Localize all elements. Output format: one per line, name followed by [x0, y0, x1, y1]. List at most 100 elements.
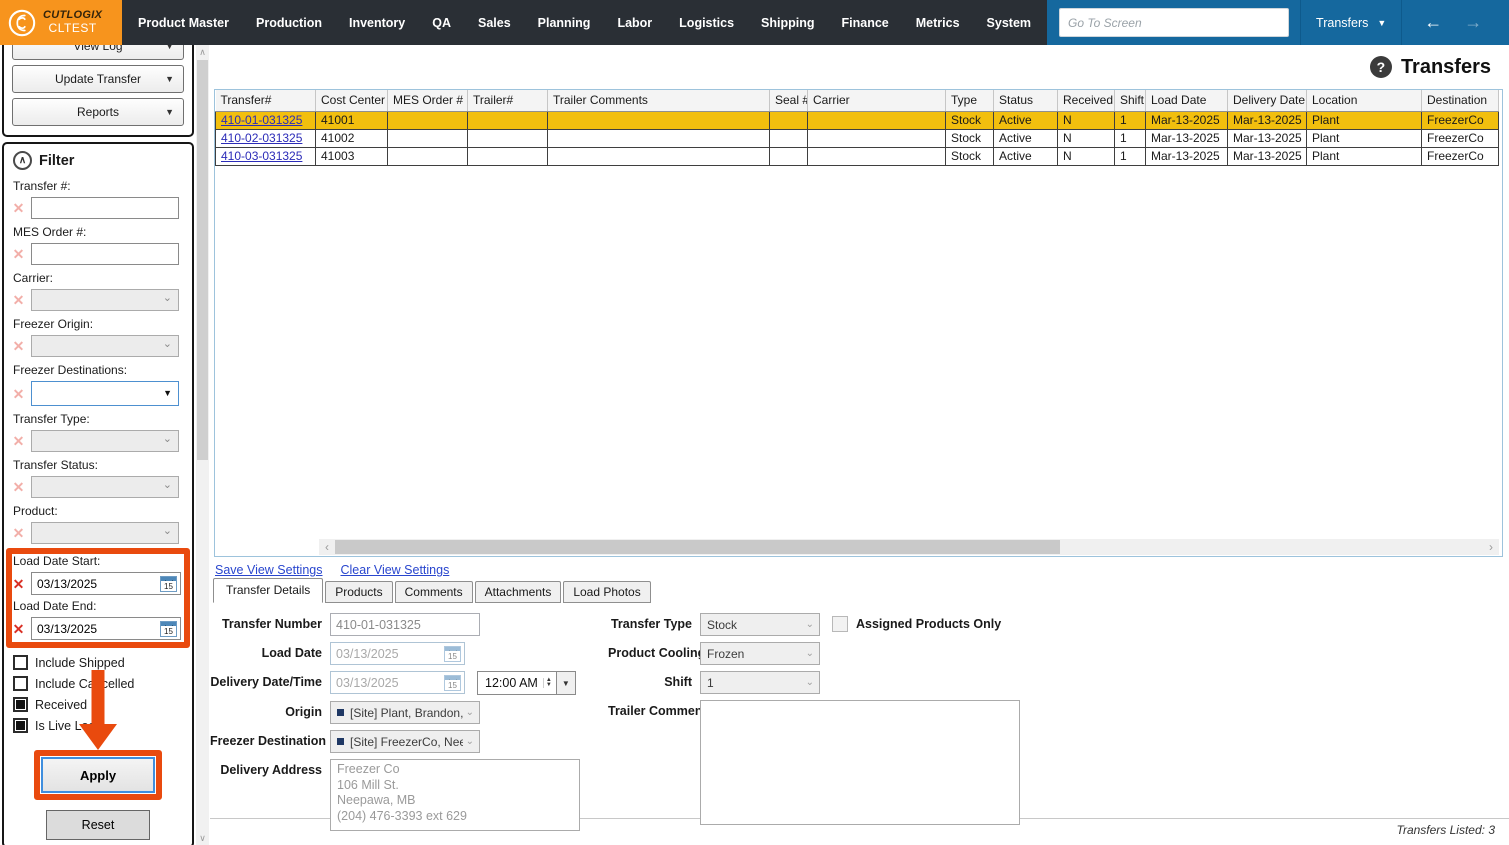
- column-header-received[interactable]: Received: [1057, 90, 1115, 112]
- tab-comments[interactable]: Comments: [394, 581, 473, 603]
- load-date-end-input[interactable]: [37, 621, 160, 636]
- chevron-down-icon: ⌄: [162, 433, 172, 445]
- tab-transfer-details[interactable]: Transfer Details: [213, 578, 324, 603]
- table-row[interactable]: 410-03-031325 41003 Stock Active N 1 Mar…: [215, 146, 1499, 166]
- clear-x-icon[interactable]: ✕: [11, 480, 26, 494]
- cell-destination: FreezerCo: [1421, 128, 1499, 148]
- scroll-left-icon[interactable]: ‹: [319, 540, 335, 554]
- is-live-load-checkbox[interactable]: [13, 718, 28, 733]
- save-view-settings-link[interactable]: Save View Settings: [215, 563, 322, 577]
- menu-labor[interactable]: Labor: [617, 16, 652, 30]
- menu-finance[interactable]: Finance: [842, 16, 889, 30]
- scroll-right-icon[interactable]: ›: [1483, 540, 1499, 554]
- screen-selector[interactable]: Transfers ▼: [1312, 16, 1390, 30]
- include-shipped-checkbox[interactable]: [13, 655, 28, 670]
- scrollbar-thumb[interactable]: [335, 540, 1060, 554]
- column-header-seal[interactable]: Seal #: [769, 90, 808, 112]
- transfer-type-filter-dropdown[interactable]: ⌄: [31, 430, 179, 452]
- column-header-location[interactable]: Location: [1306, 90, 1422, 112]
- cell-delivery-date: Mar-13-2025: [1227, 128, 1307, 148]
- transfer-number-filter-input[interactable]: [31, 197, 179, 219]
- column-header-transfer[interactable]: Transfer#: [215, 90, 316, 112]
- reports-button[interactable]: Reports ▼: [12, 98, 184, 126]
- column-header-trailer[interactable]: Trailer#: [467, 90, 548, 112]
- freezer-origin-filter-dropdown[interactable]: ⌄: [31, 335, 179, 357]
- cell-type: Stock: [945, 110, 994, 130]
- clear-x-icon[interactable]: ✕: [11, 622, 26, 636]
- menu-logistics[interactable]: Logistics: [679, 16, 734, 30]
- freezer-destinations-filter-dropdown[interactable]: ▼: [31, 381, 179, 406]
- column-header-mes-order[interactable]: MES Order #: [387, 90, 468, 112]
- mes-order-filter-input[interactable]: [31, 243, 179, 265]
- clear-x-icon[interactable]: ✕: [11, 577, 26, 591]
- transfer-link[interactable]: 410-03-031325: [221, 149, 302, 163]
- clear-x-icon[interactable]: ✕: [11, 339, 26, 353]
- tab-attachments[interactable]: Attachments: [474, 581, 562, 603]
- scrollbar-thumb[interactable]: [197, 60, 208, 460]
- clear-x-icon[interactable]: ✕: [11, 293, 26, 307]
- clear-view-settings-link[interactable]: Clear View Settings: [340, 563, 449, 577]
- column-header-delivery-date[interactable]: Delivery Date: [1227, 90, 1307, 112]
- column-header-load-date[interactable]: Load Date: [1145, 90, 1228, 112]
- load-date-start-input[interactable]: [37, 576, 160, 591]
- view-log-button[interactable]: View Log ▼: [12, 45, 184, 60]
- transfer-link[interactable]: 410-02-031325: [221, 131, 302, 145]
- column-header-status[interactable]: Status: [993, 90, 1058, 112]
- menu-sales[interactable]: Sales: [478, 16, 511, 30]
- menu-inventory[interactable]: Inventory: [349, 16, 405, 30]
- tab-load-photos[interactable]: Load Photos: [563, 581, 651, 603]
- menu-system[interactable]: System: [987, 16, 1031, 30]
- column-header-trailer-comments[interactable]: Trailer Comments: [547, 90, 770, 112]
- column-header-shift[interactable]: Shift: [1114, 90, 1146, 112]
- column-header-cost-center[interactable]: Cost Center: [315, 90, 388, 112]
- column-header-destination[interactable]: Destination: [1421, 90, 1499, 112]
- view-log-label: View Log: [73, 45, 123, 53]
- clear-x-icon[interactable]: ✕: [11, 201, 26, 215]
- reset-button[interactable]: Reset: [46, 810, 150, 840]
- menu-planning[interactable]: Planning: [538, 16, 591, 30]
- collapse-chevron-icon[interactable]: ∧: [13, 151, 32, 170]
- transfer-link[interactable]: 410-01-031325: [221, 113, 302, 127]
- chevron-down-icon[interactable]: ▼: [556, 671, 576, 695]
- table-row[interactable]: 410-01-031325 41001 Stock Active N 1 Mar…: [215, 110, 1499, 130]
- go-to-screen-input[interactable]: [1059, 8, 1290, 37]
- product-filter-dropdown[interactable]: ⌄: [31, 522, 179, 544]
- apply-button[interactable]: Apply: [41, 757, 155, 793]
- clear-x-icon[interactable]: ✕: [11, 387, 26, 401]
- clear-x-icon[interactable]: ✕: [11, 434, 26, 448]
- scroll-down-icon[interactable]: ∨: [196, 831, 209, 845]
- column-header-carrier[interactable]: Carrier: [807, 90, 946, 112]
- grid-horizontal-scrollbar[interactable]: ‹ ›: [319, 539, 1499, 555]
- received-checkbox[interactable]: [13, 697, 28, 712]
- clear-x-icon[interactable]: ✕: [11, 526, 26, 540]
- trailer-comments-label: Trailer Comments: [608, 704, 714, 718]
- scroll-up-icon[interactable]: ∧: [196, 45, 209, 59]
- forward-arrow-icon: →: [1464, 12, 1483, 32]
- cell-trailer: [467, 110, 548, 130]
- sidebar-scrollbar[interactable]: ∧ ∨: [196, 45, 209, 845]
- spinner-down-icon[interactable]: ▼: [546, 682, 552, 688]
- menu-shipping[interactable]: Shipping: [761, 16, 814, 30]
- transfer-status-filter-dropdown[interactable]: ⌄: [31, 476, 179, 498]
- table-row[interactable]: 410-02-031325 41002 Stock Active N 1 Mar…: [215, 128, 1499, 148]
- carrier-filter-dropdown[interactable]: ⌄: [31, 289, 179, 311]
- menu-production[interactable]: Production: [256, 16, 322, 30]
- trailer-comments-textarea[interactable]: [700, 700, 1020, 825]
- back-arrow-icon[interactable]: ←: [1413, 12, 1453, 33]
- include-cancelled-checkbox[interactable]: [13, 676, 28, 691]
- menu-qa[interactable]: QA: [432, 16, 451, 30]
- calendar-icon[interactable]: 15: [160, 571, 178, 592]
- chevron-down-icon: ⌄: [465, 707, 474, 718]
- delivery-time-control[interactable]: 12:00 AM ▲ ▼ ▼: [477, 671, 576, 695]
- update-transfer-button[interactable]: Update Transfer ▼: [12, 65, 184, 93]
- calendar-icon[interactable]: 15: [160, 616, 178, 637]
- menu-metrics[interactable]: Metrics: [916, 16, 960, 30]
- assigned-products-only-checkbox[interactable]: [832, 616, 848, 632]
- close-icon[interactable]: ✕: [1493, 14, 1509, 32]
- tab-products[interactable]: Products: [325, 581, 393, 603]
- menu-product-master[interactable]: Product Master: [138, 16, 229, 30]
- clear-x-icon[interactable]: ✕: [11, 247, 26, 261]
- help-icon[interactable]: ?: [1369, 56, 1392, 78]
- carrier-filter-label: Carrier:: [13, 271, 54, 285]
- column-header-type[interactable]: Type: [945, 90, 994, 112]
